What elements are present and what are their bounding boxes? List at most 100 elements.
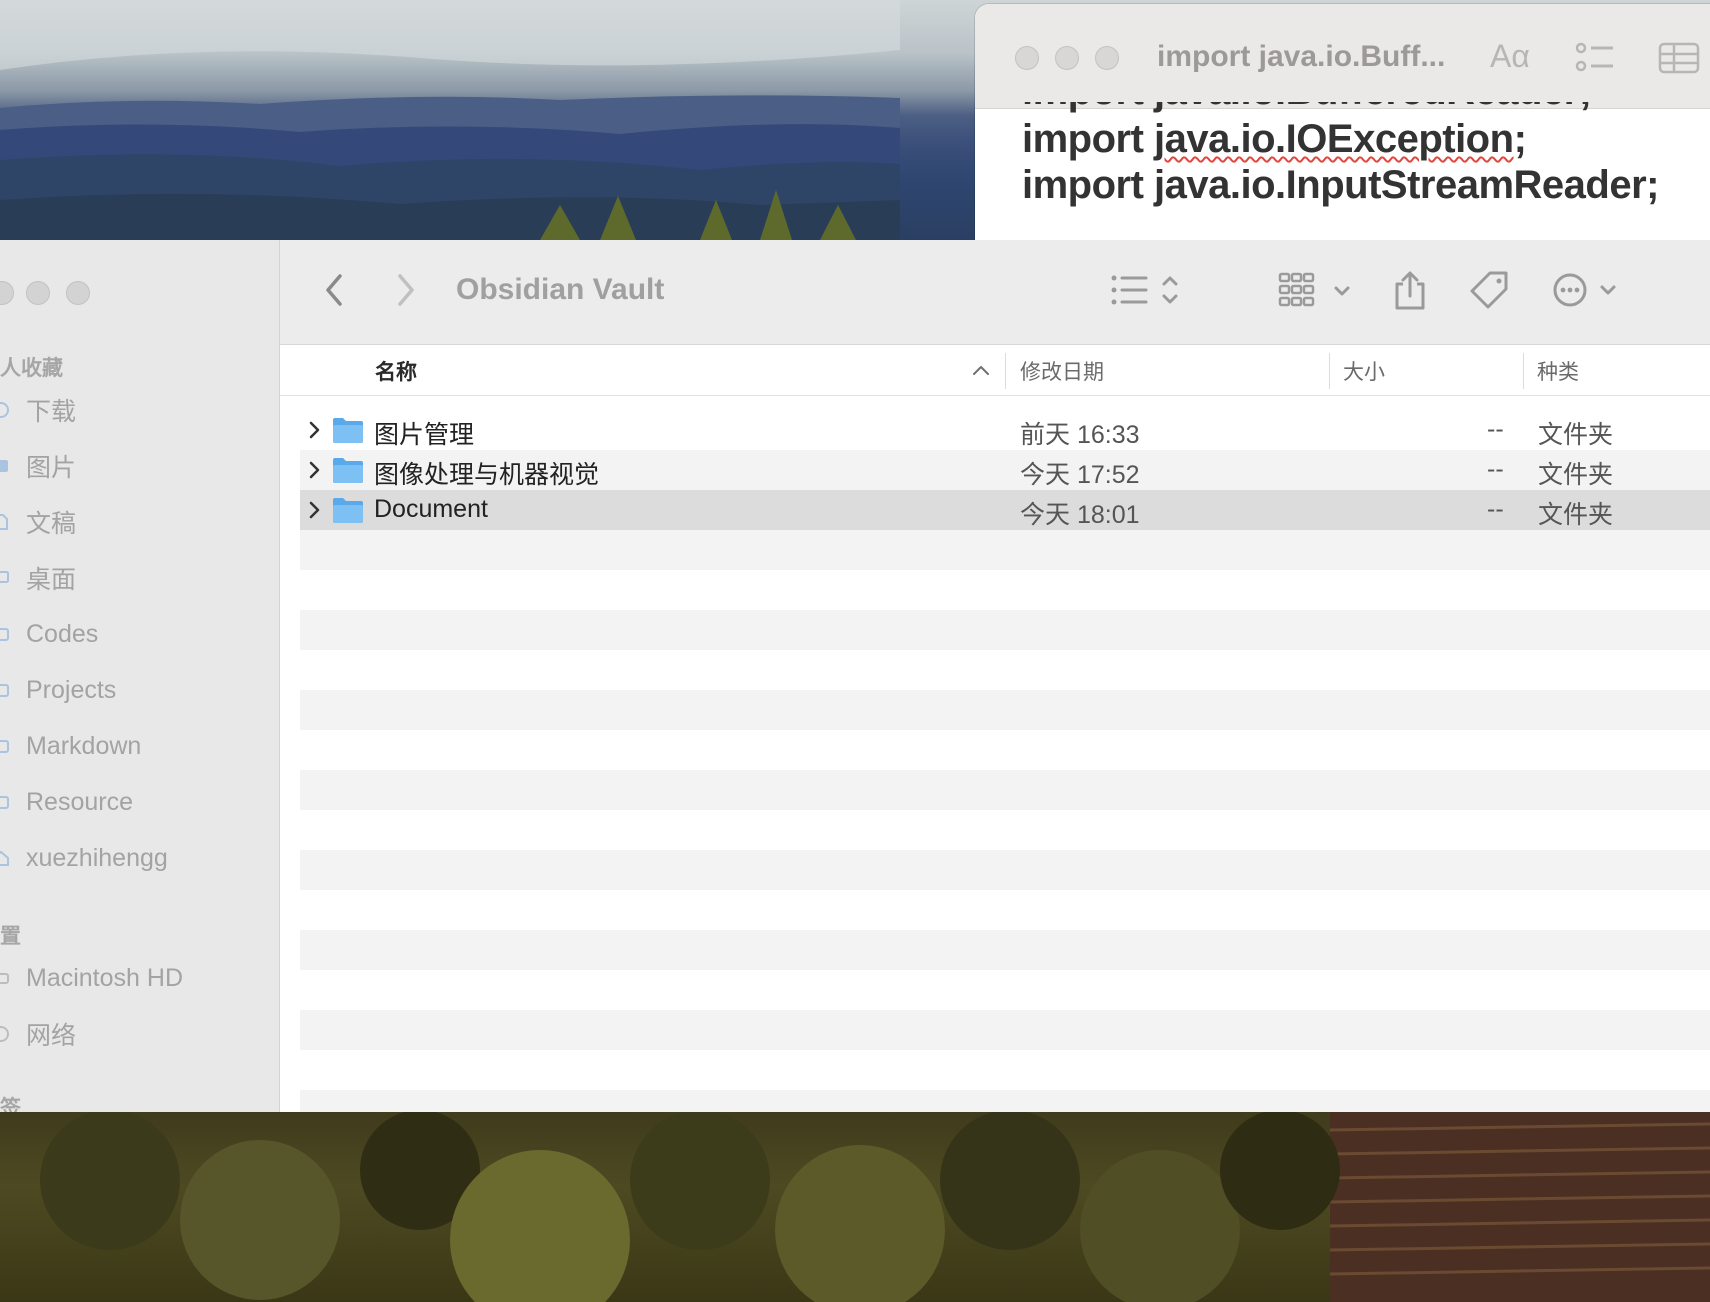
empty-row bbox=[300, 1090, 1710, 1112]
sidebar-heading-locations: 置 bbox=[0, 925, 21, 948]
table-row[interactable]: 图像处理与机器视觉 今天 17:52 -- 文件夹 bbox=[300, 450, 1710, 490]
sidebar-item-macintosh-hd[interactable]: Macintosh HD bbox=[0, 958, 270, 998]
font-icon[interactable]: Aα bbox=[1490, 38, 1530, 75]
finder-toolbar: Obsidian Vault bbox=[280, 240, 1710, 345]
sidebar-item-pictures[interactable]: 图片 bbox=[0, 446, 270, 486]
sidebar-item-desktop[interactable]: 桌面 bbox=[0, 558, 270, 598]
download-icon bbox=[0, 402, 9, 418]
column-divider[interactable] bbox=[1005, 353, 1006, 389]
share-icon[interactable] bbox=[1392, 270, 1428, 317]
empty-row bbox=[300, 1010, 1710, 1050]
finder-sidebar: 人收藏 下载 图片 文稿 桌面 Codes Projects Markdown bbox=[0, 240, 280, 1112]
sort-ascending-icon[interactable] bbox=[972, 363, 990, 381]
file-name: 图片管理 bbox=[374, 421, 475, 449]
textedit-window[interactable]: import java.io.Buff... Aα import java.io… bbox=[975, 4, 1710, 254]
sidebar-item-home[interactable]: xuezhihengg bbox=[0, 838, 270, 878]
folder-icon bbox=[332, 496, 364, 529]
folder-icon bbox=[332, 416, 364, 449]
sidebar-item-downloads[interactable]: 下载 bbox=[0, 390, 270, 430]
table-icon[interactable] bbox=[1658, 40, 1700, 81]
empty-row bbox=[300, 850, 1710, 890]
empty-row bbox=[300, 530, 1710, 570]
sidebar-item-label: 图片 bbox=[26, 454, 77, 482]
sidebar-item-label: 下载 bbox=[26, 398, 77, 426]
desktop-icon bbox=[0, 571, 9, 583]
window-title: Obsidian Vault bbox=[456, 273, 665, 306]
photo-icon bbox=[0, 460, 8, 472]
disk-icon bbox=[0, 973, 9, 984]
sidebar-item-label: Projects bbox=[26, 675, 117, 704]
folder-icon bbox=[0, 628, 9, 641]
file-kind: 文件夹 bbox=[1538, 421, 1614, 449]
column-header: 名称 修改日期 大小 种类 bbox=[280, 345, 1710, 396]
empty-row bbox=[300, 770, 1710, 810]
minimize-button[interactable] bbox=[1055, 46, 1079, 70]
sidebar-item-label: 桌面 bbox=[26, 566, 77, 594]
table-row[interactable]: 图片管理 前天 16:33 -- 文件夹 bbox=[300, 410, 1710, 450]
document-icon bbox=[0, 514, 8, 530]
grid-view-icon[interactable] bbox=[1278, 270, 1354, 315]
chevron-right-icon[interactable] bbox=[308, 461, 320, 484]
back-icon[interactable] bbox=[320, 270, 348, 315]
column-kind[interactable]: 种类 bbox=[1537, 356, 1579, 386]
more-icon[interactable] bbox=[1552, 270, 1622, 315]
close-button[interactable] bbox=[0, 281, 14, 305]
column-date-modified[interactable]: 修改日期 bbox=[1020, 356, 1104, 386]
text-line: import java.io.IOException; bbox=[1022, 117, 1527, 161]
empty-row bbox=[300, 610, 1710, 650]
chevron-right-icon[interactable] bbox=[308, 421, 320, 444]
checklist-icon[interactable] bbox=[1575, 40, 1615, 81]
sidebar-item-codes[interactable]: Codes bbox=[0, 614, 270, 654]
column-size[interactable]: 大小 bbox=[1343, 356, 1385, 386]
forward-icon[interactable] bbox=[392, 270, 420, 315]
file-date: 今天 18:01 bbox=[1020, 501, 1140, 529]
empty-row bbox=[300, 690, 1710, 730]
table-row[interactable]: Document 今天 18:01 -- 文件夹 bbox=[300, 490, 1710, 530]
sidebar-item-network[interactable]: 网络 bbox=[0, 1014, 270, 1054]
column-divider[interactable] bbox=[1329, 353, 1330, 389]
empty-row bbox=[300, 930, 1710, 970]
text-line-partial: import java.io.BufferedReader; bbox=[1022, 102, 1659, 116]
sidebar-item-label: Markdown bbox=[26, 731, 142, 760]
sidebar-item-projects[interactable]: Projects bbox=[0, 670, 270, 710]
folder-icon bbox=[332, 456, 364, 489]
column-divider[interactable] bbox=[1523, 353, 1524, 389]
list-view-icon[interactable] bbox=[1110, 270, 1190, 315]
zoom-button[interactable] bbox=[66, 281, 90, 305]
close-button[interactable] bbox=[1015, 46, 1039, 70]
file-name: Document bbox=[374, 495, 488, 523]
wallpaper-forest bbox=[0, 1110, 1710, 1302]
sidebar-item-label: 网络 bbox=[26, 1022, 77, 1050]
minimize-button[interactable] bbox=[26, 281, 50, 305]
sidebar-item-label: xuezhihengg bbox=[26, 843, 168, 872]
file-kind: 文件夹 bbox=[1538, 461, 1614, 489]
zoom-button[interactable] bbox=[1095, 46, 1119, 70]
file-name: 图像处理与机器视觉 bbox=[374, 461, 600, 489]
textedit-titlebar[interactable]: import java.io.Buff... Aα bbox=[975, 4, 1710, 109]
sidebar-item-documents[interactable]: 文稿 bbox=[0, 502, 270, 542]
sidebar-item-label: Macintosh HD bbox=[26, 963, 183, 992]
textedit-document[interactable]: import java.io.BufferedReader; import ja… bbox=[1022, 102, 1659, 208]
file-size: -- bbox=[1487, 415, 1504, 443]
textedit-title: import java.io.Buff... bbox=[1157, 40, 1446, 73]
file-date: 今天 17:52 bbox=[1020, 461, 1140, 489]
finder-window[interactable]: 人收藏 下载 图片 文稿 桌面 Codes Projects Markdown bbox=[0, 240, 1710, 1112]
file-kind: 文件夹 bbox=[1538, 501, 1614, 529]
sidebar-item-label: Resource bbox=[26, 787, 133, 816]
sidebar-item-resource[interactable]: Resource bbox=[0, 782, 270, 822]
sidebar-heading-tags: 签 bbox=[0, 1097, 21, 1112]
network-icon bbox=[0, 1026, 9, 1042]
column-name[interactable]: 名称 bbox=[375, 356, 417, 386]
text-line: import java.io.InputStreamReader; bbox=[1022, 163, 1659, 207]
file-size: -- bbox=[1487, 455, 1504, 483]
folder-icon bbox=[0, 684, 9, 697]
chevron-right-icon[interactable] bbox=[308, 501, 320, 524]
sidebar-item-label: 文稿 bbox=[26, 510, 77, 538]
sidebar-item-markdown[interactable]: Markdown bbox=[0, 726, 270, 766]
folder-icon bbox=[0, 796, 9, 809]
sidebar-heading-favorites: 人收藏 bbox=[0, 357, 63, 380]
home-icon bbox=[0, 850, 9, 866]
file-date: 前天 16:33 bbox=[1020, 421, 1140, 449]
tag-icon[interactable] bbox=[1468, 270, 1512, 317]
file-size: -- bbox=[1487, 495, 1504, 523]
